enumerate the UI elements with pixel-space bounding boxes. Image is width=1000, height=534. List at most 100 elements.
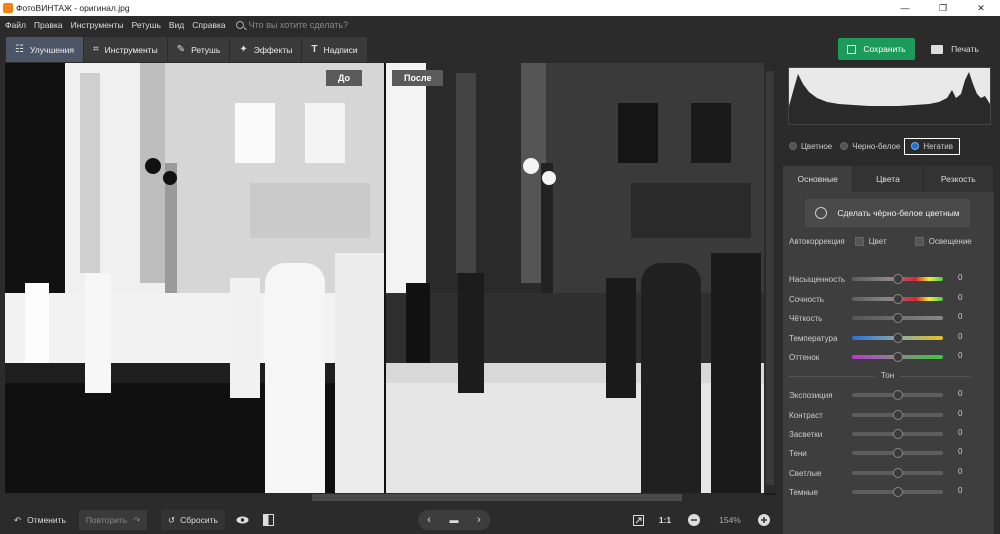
tab-effects[interactable]: ✦ Эффекты xyxy=(230,37,303,62)
autocorrect-light-checkbox[interactable] xyxy=(914,237,924,246)
panel-subtabs: Основные Цвета Резкость xyxy=(783,166,994,192)
minimize-button[interactable]: — xyxy=(886,0,924,16)
tab-enhance[interactable]: ☷ Улучшения xyxy=(6,37,85,62)
zoom-out-icon[interactable] xyxy=(686,510,702,530)
menu-tools[interactable]: Инструменты xyxy=(71,20,124,30)
slider-value: 0 xyxy=(958,332,963,341)
slider-label: Температура xyxy=(789,333,838,343)
maximize-button[interactable]: ❐ xyxy=(924,0,962,16)
mode-color[interactable]: Цветное xyxy=(789,142,832,151)
slider-knob[interactable] xyxy=(893,352,903,362)
command-search[interactable]: Что вы хотите сделать? xyxy=(235,20,348,30)
brush-icon: ✎ xyxy=(176,44,186,55)
subtab-basic[interactable]: Основные xyxy=(783,166,854,192)
autocorrect-color-label: Цвет xyxy=(868,237,887,246)
slider-value: 0 xyxy=(958,351,963,360)
saturation-track[interactable] xyxy=(852,274,943,284)
slider-blacks: Темные 0 xyxy=(789,485,969,499)
exposure-track[interactable] xyxy=(852,390,943,400)
redo-icon: ↷ xyxy=(133,514,141,525)
reset-icon: ↺ xyxy=(168,514,176,525)
fit-screen-icon[interactable] xyxy=(628,510,648,530)
slider-knob[interactable] xyxy=(893,410,903,420)
vibrance-track[interactable] xyxy=(852,294,943,304)
zoom-level[interactable]: 154% xyxy=(710,510,750,530)
highlights-track[interactable] xyxy=(852,429,943,439)
zoom-in-icon[interactable] xyxy=(756,510,772,530)
slider-knob[interactable] xyxy=(893,429,903,439)
colorize-button[interactable]: Сделать чёрно-белое цветным xyxy=(805,199,970,227)
slider-knob[interactable] xyxy=(893,274,903,284)
autocorrect-color-checkbox[interactable] xyxy=(854,237,864,246)
menu-edit[interactable]: Правка xyxy=(34,20,63,30)
menu-retouch[interactable]: Ретушь xyxy=(132,20,161,30)
slider-knob[interactable] xyxy=(893,333,903,343)
slider-knob[interactable] xyxy=(893,294,903,304)
slider-label: Насыщенность xyxy=(789,274,846,284)
next-photo-icon[interactable]: › xyxy=(477,514,481,526)
save-button[interactable]: Сохранить xyxy=(838,38,915,60)
eye-icon[interactable] xyxy=(232,510,252,530)
tab-retouch-label: Ретушь xyxy=(191,44,221,55)
whites-track[interactable] xyxy=(852,468,943,478)
menu-file[interactable]: Файл xyxy=(5,20,26,30)
menu-help[interactable]: Справка xyxy=(192,20,225,30)
compare-divider[interactable] xyxy=(384,63,386,493)
actual-size-button[interactable]: 1:1 xyxy=(654,510,676,530)
slider-value: 0 xyxy=(958,273,963,282)
magic-wand-icon: ✦ xyxy=(239,44,248,55)
after-label: После xyxy=(392,70,444,86)
slider-temperature: Температура 0 xyxy=(789,331,969,345)
redo-label: Повторить xyxy=(85,515,128,525)
slider-knob[interactable] xyxy=(893,468,903,478)
reset-button[interactable]: ↺ Сбросить xyxy=(161,510,225,530)
save-label: Сохранить xyxy=(863,44,906,54)
slider-label: Тени xyxy=(789,448,807,458)
slider-knob[interactable] xyxy=(893,448,903,458)
slider-knob[interactable] xyxy=(893,390,903,400)
slider-tint: Оттенок 0 xyxy=(789,350,969,364)
vertical-scroll-thumb[interactable] xyxy=(766,71,774,485)
print-label: Печать xyxy=(951,44,979,54)
close-button[interactable]: ✕ xyxy=(962,0,1000,16)
before-image[interactable]: До xyxy=(5,63,384,493)
temperature-track[interactable] xyxy=(852,333,943,343)
vertical-scrollbar[interactable] xyxy=(764,63,776,493)
menu-bar: Файл Правка Инструменты Ретушь Вид Справ… xyxy=(0,16,1000,33)
subtab-colors[interactable]: Цвета xyxy=(853,166,924,192)
shadows-track[interactable] xyxy=(852,448,943,458)
histogram xyxy=(788,67,991,125)
redo-button[interactable]: Повторить ↷ xyxy=(79,510,147,530)
mode-bw[interactable]: Черно-белое xyxy=(840,142,900,151)
menu-view[interactable]: Вид xyxy=(169,20,184,30)
slider-label: Оттенок xyxy=(789,352,820,362)
slider-knob[interactable] xyxy=(893,487,903,497)
tab-retouch[interactable]: ✎ Ретушь xyxy=(168,37,231,62)
folder-icon[interactable]: ▬ xyxy=(449,515,458,525)
radio-icon xyxy=(840,142,849,150)
app-logo-icon xyxy=(3,3,13,13)
tint-track[interactable] xyxy=(852,352,943,362)
horizontal-scrollbar[interactable] xyxy=(5,493,764,502)
slider-knob[interactable] xyxy=(893,313,903,323)
slider-label: Засветки xyxy=(789,429,823,439)
bottom-bar: ↶ Отменить Повторить ↷ ↺ Сбросить ‹ ▬ › … xyxy=(0,506,781,534)
previous-photo-icon[interactable]: ‹ xyxy=(427,514,431,526)
horizontal-scroll-thumb[interactable] xyxy=(312,494,682,501)
print-button[interactable]: Печать xyxy=(920,38,990,60)
undo-button[interactable]: ↶ Отменить xyxy=(8,510,72,530)
clarity-track[interactable] xyxy=(852,313,943,323)
blacks-track[interactable] xyxy=(852,487,943,497)
compare-view-icon[interactable] xyxy=(258,510,278,530)
mode-color-label: Цветное xyxy=(801,141,833,151)
after-image[interactable]: После xyxy=(386,63,764,493)
mode-bw-label: Черно-белое xyxy=(852,141,901,151)
before-label: До xyxy=(326,70,363,86)
tab-tools[interactable]: ⌗ Инструменты xyxy=(84,37,168,62)
contrast-track[interactable] xyxy=(852,410,943,420)
subtab-sharpness[interactable]: Резкость xyxy=(924,166,994,192)
tab-text[interactable]: T Надписи xyxy=(302,37,368,62)
colorize-label: Сделать чёрно-белое цветным xyxy=(837,208,960,218)
slider-clarity: Чёткость 0 xyxy=(789,311,969,325)
mode-negative[interactable]: Негатив xyxy=(904,137,960,155)
